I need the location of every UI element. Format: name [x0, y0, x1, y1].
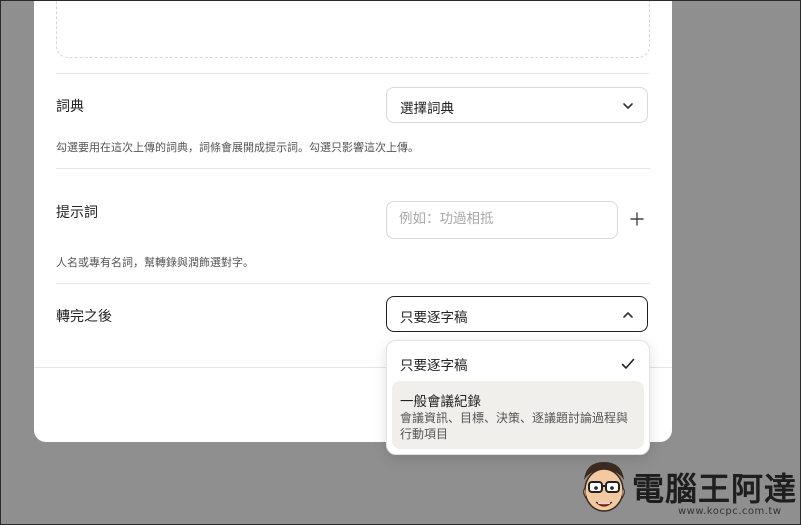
- chevron-up-icon: [623, 312, 633, 318]
- menu-option-label: 只要逐字稿: [400, 358, 468, 374]
- dictionary-label: 詞典: [56, 99, 84, 115]
- dictionary-select[interactable]: 選擇詞典: [386, 87, 648, 123]
- section-divider: [56, 283, 650, 284]
- prompt-words-input[interactable]: [399, 211, 604, 227]
- menu-option-description: 會議資訊、目標、決策、逐議題討論過程與行動項目: [400, 411, 629, 441]
- watermark-logo: 電腦王阿達 www.kocpc.com.tw: [578, 458, 798, 522]
- menu-option-transcript-only[interactable]: 只要逐字稿: [387, 349, 649, 379]
- menu-option-label: 一般會議紀錄: [400, 394, 481, 410]
- prompt-words-field[interactable]: [386, 201, 618, 239]
- mascot-face-icon: [583, 462, 625, 512]
- file-dropzone[interactable]: [56, 0, 650, 58]
- prompt-words-label: 提示詞: [56, 205, 98, 221]
- dictionary-select-value: 選擇詞典: [400, 101, 454, 117]
- section-divider: [56, 73, 650, 74]
- dictionary-hint: 勾選要用在這次上傳的詞典，詞條會展開成提示詞。勾選只影響這次上傳。: [56, 141, 419, 154]
- watermark-site: www.kocpc.com.tw: [678, 506, 782, 517]
- section-divider: [56, 168, 650, 169]
- watermark-brand: 電腦王阿達: [632, 470, 798, 508]
- after-transcription-label: 轉完之後: [56, 309, 112, 325]
- after-transcription-select-value: 只要逐字稿: [400, 310, 468, 326]
- after-transcription-menu: 只要逐字稿 一般會議紀錄 會議資訊、目標、決策、逐議題討論過程與行動項目: [386, 340, 650, 455]
- prompt-words-hint: 人名或專有名詞，幫轉錄與潤飾選對字。: [56, 256, 254, 269]
- menu-option-meeting-minutes[interactable]: 一般會議紀錄 會議資訊、目標、決策、逐議題討論過程與行動項目: [392, 381, 644, 449]
- after-transcription-select[interactable]: 只要逐字稿: [386, 296, 648, 332]
- chevron-down-icon: [623, 103, 633, 109]
- plus-icon[interactable]: [629, 211, 645, 227]
- check-icon: [621, 358, 635, 369]
